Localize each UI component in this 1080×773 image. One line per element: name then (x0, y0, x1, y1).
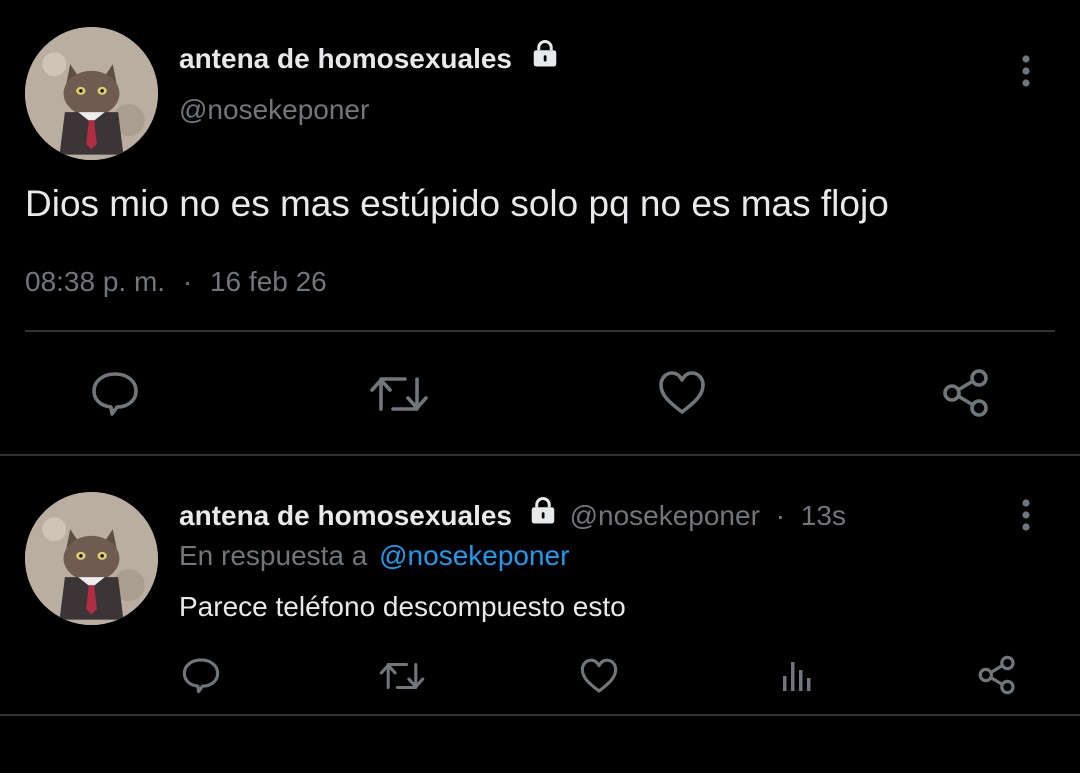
cat-avatar-image (25, 492, 158, 625)
reply-icon[interactable] (90, 369, 140, 417)
timestamp: 08:38 p. m. · 16 feb 26 (25, 265, 327, 299)
handle[interactable]: @nosekeponer (570, 500, 760, 531)
divider (25, 330, 1055, 332)
tweet-date: 16 feb 26 (209, 266, 327, 297)
like-icon[interactable] (579, 657, 619, 695)
retweet-icon[interactable] (369, 371, 429, 417)
section-divider (0, 454, 1080, 456)
tweet-text: Dios mio no es mas estúpido solo pq no e… (25, 183, 889, 224)
reply-context: En respuesta a @nosekeponer (179, 539, 569, 573)
tweet-age: 13s (800, 500, 846, 531)
more-vertical-icon[interactable] (1014, 52, 1038, 92)
separator-dot: · (182, 266, 193, 297)
share-icon[interactable] (941, 368, 991, 418)
share-icon[interactable] (977, 655, 1017, 695)
display-name[interactable]: antena de homosexuales (179, 500, 512, 531)
reply-to-link[interactable]: @nosekeponer (379, 540, 569, 571)
retweet-icon[interactable] (379, 658, 425, 694)
tweet-time: 08:38 p. m. (25, 266, 166, 297)
reply-icon[interactable] (181, 656, 221, 694)
more-vertical-icon[interactable] (1014, 496, 1038, 536)
analytics-icon[interactable] (780, 656, 816, 694)
separator-dot: · (775, 500, 786, 531)
avatar[interactable] (25, 27, 158, 160)
handle[interactable]: @nosekeponer (179, 93, 369, 127)
cat-avatar-image (25, 27, 158, 160)
lock-icon (530, 39, 560, 77)
reply-header: antena de homosexuales @nosekeponer · 13… (179, 496, 846, 534)
reply-prefix: En respuesta a (179, 540, 368, 571)
display-name-text[interactable]: antena de homosexuales (179, 43, 512, 74)
avatar[interactable] (25, 492, 158, 625)
display-name[interactable]: antena de homosexuales (179, 39, 560, 77)
lock-icon (528, 496, 558, 534)
bottom-divider (0, 714, 1080, 716)
like-icon[interactable] (657, 369, 707, 417)
tweet-text: Parece teléfono descompuesto esto (179, 591, 626, 622)
